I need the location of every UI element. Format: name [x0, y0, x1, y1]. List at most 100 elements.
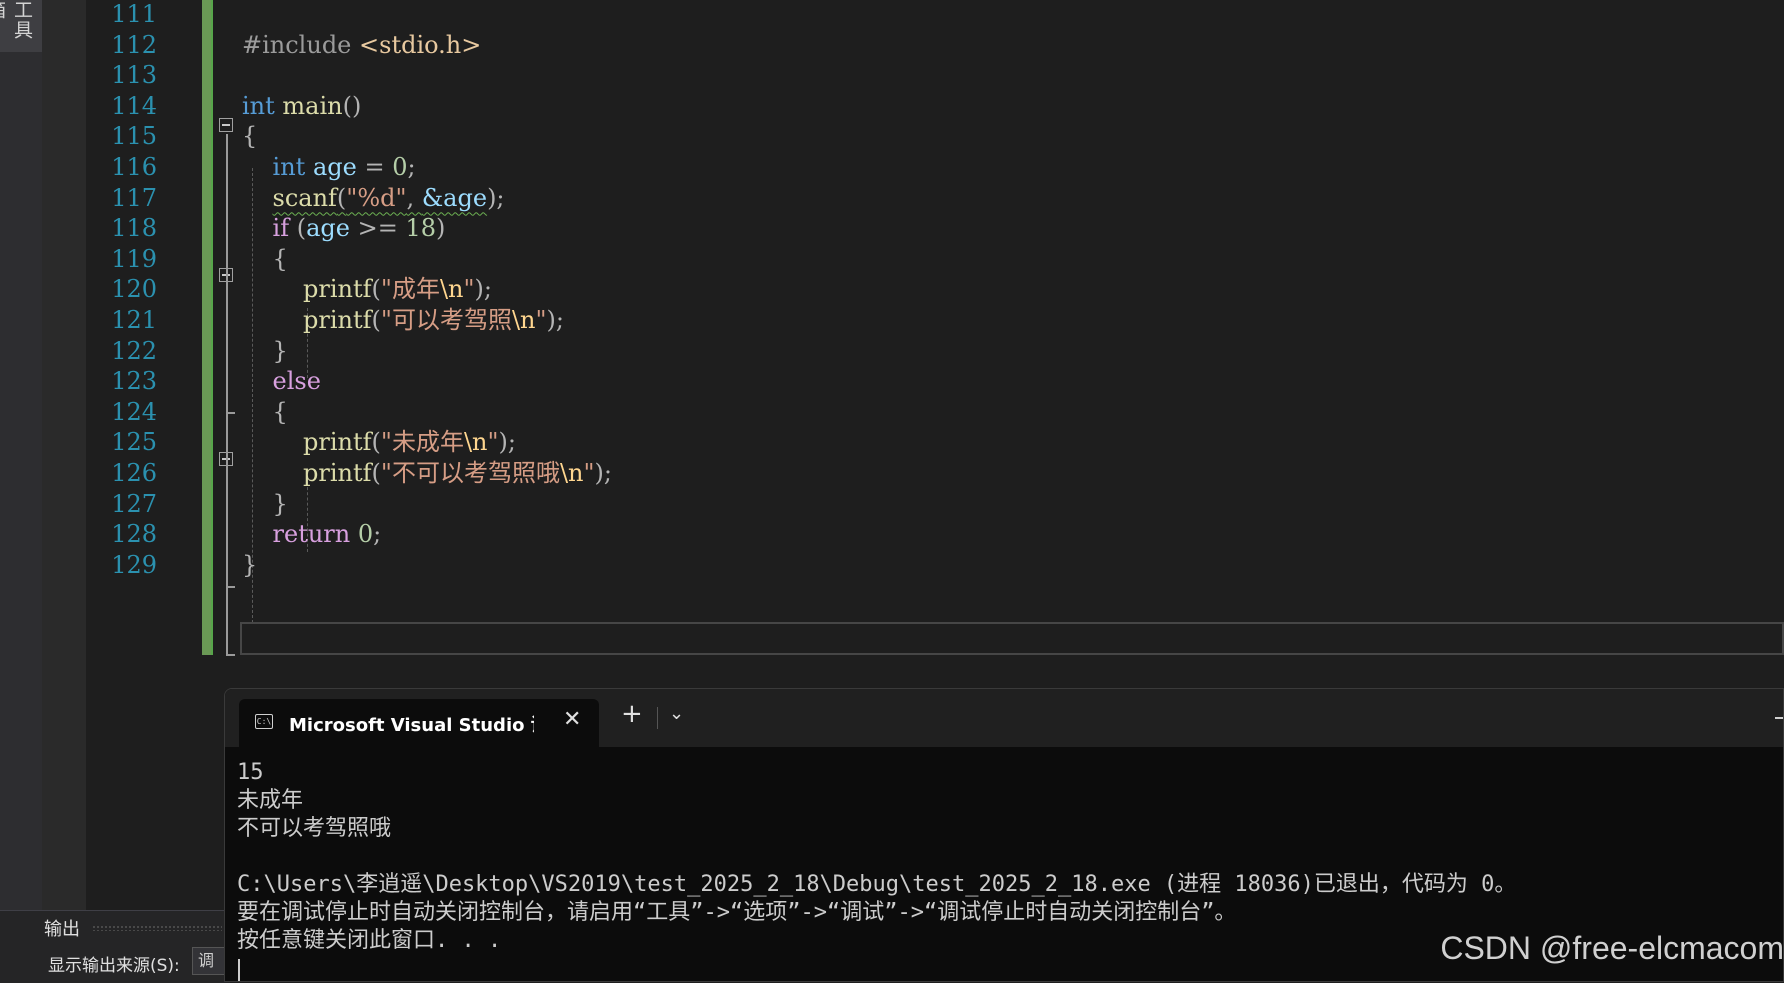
code-line[interactable]: printf("可以考驾照\n");: [242, 303, 564, 338]
console-line: 要在调试停止时自动关闭控制台，请启用“工具”->“选项”->“调试”->“调试停…: [237, 900, 1237, 925]
code-token: {: [242, 122, 258, 151]
code-line[interactable]: }: [242, 548, 257, 583]
code-token: (: [371, 428, 381, 457]
code-token: );: [474, 275, 492, 304]
code-token: ": [487, 428, 499, 457]
close-tab-icon[interactable]: ✕: [563, 707, 581, 732]
code-token: ): [435, 214, 446, 243]
code-token: );: [594, 459, 612, 487]
code-token: age: [306, 214, 350, 243]
minimize-button[interactable]: [1775, 717, 1783, 719]
code-token: int: [242, 91, 275, 120]
toolbox-tab-label: 工具箱: [0, 0, 33, 40]
code-token: printf: [303, 275, 372, 304]
code-token: ;: [373, 520, 382, 549]
code-token: age: [312, 153, 357, 181]
new-tab-button[interactable]: +: [621, 701, 643, 727]
code-token: ": [535, 306, 547, 334]
current-line-highlight: [240, 622, 1784, 655]
code-token: \n: [463, 428, 488, 457]
code-token: scanf: [272, 183, 337, 212]
console-titlebar: C:\ Microsoft Visual Studio 调试控制台 ✕ + ⌄: [225, 689, 1783, 749]
code-line[interactable]: return 0;: [242, 517, 382, 552]
code-token: 0: [357, 520, 374, 549]
output-source-label: 显示输出来源(S):: [48, 956, 180, 976]
indicator-margin: [42, 0, 86, 910]
console-line: 15: [237, 760, 264, 785]
code-token: ;: [407, 153, 416, 181]
code-token: ": [463, 275, 475, 304]
titlebar-separator: [657, 707, 658, 729]
code-token: =: [356, 153, 393, 181]
console-line: 不可以考驾照哦: [237, 816, 392, 841]
code-token: }: [242, 550, 258, 579]
console-tab[interactable]: C:\ Microsoft Visual Studio 调试控制台 ✕: [239, 699, 599, 749]
code-token: main: [282, 91, 343, 120]
code-token: >=: [349, 214, 406, 243]
code-token: (: [336, 183, 347, 212]
code-token: ,: [406, 183, 422, 212]
code-token: "可以考驾照: [380, 306, 512, 334]
code-token: #include: [242, 30, 360, 59]
code-token: "不可以考驾照哦: [380, 459, 560, 487]
console-app-icon: C:\: [255, 714, 273, 729]
code-line[interactable]: printf("不可以考驾照哦\n");: [242, 456, 612, 491]
code-token: 0: [392, 153, 408, 181]
console-tab-title: Microsoft Visual Studio 调试控制台: [289, 715, 534, 736]
code-token: {: [242, 244, 288, 273]
output-panel-grip: [92, 925, 222, 931]
code-token: &age: [421, 183, 488, 212]
code-line[interactable]: #include <stdio.h>: [242, 28, 481, 63]
code-token: );: [546, 306, 564, 334]
code-token: (): [342, 91, 362, 120]
code-token: printf: [303, 306, 372, 334]
code-token: \n: [559, 459, 584, 487]
code-token: printf: [303, 428, 372, 457]
code-token: (: [289, 214, 307, 243]
toolbox-strip: 工具箱: [0, 0, 43, 982]
chevron-down-icon[interactable]: ⌄: [669, 703, 684, 724]
fold-end-if: [226, 412, 235, 414]
code-token: "未成年: [380, 428, 464, 457]
output-panel: 输出 显示输出来源(S): 调试: [0, 910, 230, 983]
console-line: 未成年: [237, 788, 304, 813]
fold-line-else: [226, 468, 228, 586]
line-number: 129: [111, 550, 157, 579]
code-token: if: [272, 214, 290, 243]
fold-end-else: [226, 586, 235, 588]
code-token: return: [272, 520, 351, 549]
code-token: (: [371, 459, 381, 487]
toolbox-tab[interactable]: 工具箱: [0, 0, 42, 52]
change-tracking-bar-edge: [211, 0, 213, 655]
console-line: C:\Users\李逍遥\Desktop\VS2019\test_2025_2_…: [237, 872, 1517, 897]
fold-end-main: [226, 654, 235, 656]
code-token: \n: [439, 275, 464, 304]
code-token: (: [371, 306, 381, 334]
code-token: else: [272, 367, 321, 396]
collapse-main-icon[interactable]: [219, 118, 233, 132]
console-output[interactable]: 15 未成年不可以考驾照哦 C:\Users\李逍遥\Desktop\VS2019\…: [237, 759, 1516, 955]
code-token: int: [272, 153, 306, 181]
code-token: <stdio.h>: [359, 30, 482, 59]
code-token: "成年: [380, 275, 440, 304]
watermark: CSDN @free-elcmacom: [1440, 930, 1784, 966]
code-token: \n: [511, 306, 536, 334]
code-token: printf: [303, 459, 372, 487]
output-panel-title[interactable]: 输出: [44, 915, 80, 941]
code-token: );: [498, 428, 516, 457]
code-token: {: [242, 397, 288, 426]
code-token: ": [583, 459, 595, 487]
console-line: 按任意键关闭此窗口. . .: [237, 928, 502, 953]
code-line[interactable]: int main(): [242, 89, 361, 124]
code-token: 18: [405, 214, 436, 243]
